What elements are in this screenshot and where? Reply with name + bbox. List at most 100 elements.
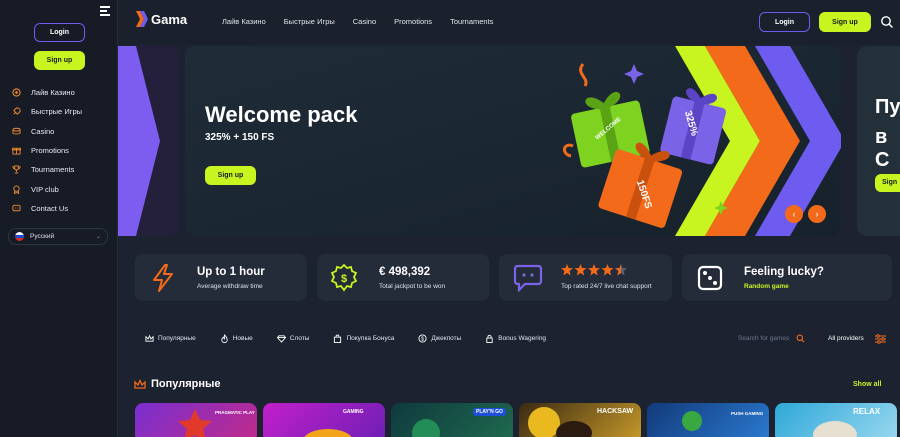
logo-text: Gama bbox=[151, 11, 188, 27]
next-banner-signup-button[interactable]: Sign bbox=[875, 174, 900, 192]
tab-label: Популярные bbox=[158, 335, 196, 342]
game-tile[interactable]: PUSH GAMING bbox=[647, 403, 769, 437]
header-login-button[interactable]: Login bbox=[759, 12, 810, 32]
show-all-link[interactable]: Show all bbox=[853, 381, 881, 388]
star-icon bbox=[561, 264, 627, 276]
top-nav-live-casino[interactable]: Лайв Казино bbox=[222, 17, 266, 26]
live-casino-icon bbox=[12, 88, 21, 97]
filter-icon[interactable] bbox=[875, 334, 886, 344]
tab-popular[interactable]: Популярные bbox=[145, 334, 196, 343]
popular-section-header: Популярные bbox=[134, 378, 221, 390]
category-tabs: Популярные Новые Слоты Покупка Бонуса $ … bbox=[145, 334, 570, 343]
chips-icon bbox=[12, 127, 21, 136]
sidebar-item-label: Tournaments bbox=[31, 165, 75, 175]
svg-text:$: $ bbox=[341, 273, 347, 285]
game-art bbox=[682, 411, 702, 431]
sidebar-signup-button[interactable]: Sign up bbox=[34, 51, 85, 70]
gift-icon bbox=[12, 146, 21, 155]
banner-prev-peek[interactable] bbox=[118, 46, 178, 236]
game-tile[interactable]: RELAX bbox=[775, 403, 897, 437]
chat-icon bbox=[12, 204, 21, 213]
banner-prev-arrow[interactable]: ‹ bbox=[785, 205, 803, 223]
search-icon[interactable] bbox=[880, 15, 894, 29]
top-nav-casino[interactable]: Casino bbox=[353, 17, 376, 26]
sidebar-item-fast-games[interactable]: Быстрые Игры bbox=[12, 102, 112, 121]
chevron-down-icon: ⌄ bbox=[95, 234, 101, 240]
rocket-icon bbox=[12, 107, 21, 116]
provider-label: PUSH GAMING bbox=[731, 411, 764, 416]
feature-subtitle: Total jackpot to be won bbox=[379, 283, 446, 290]
language-label: Русский bbox=[30, 233, 55, 240]
game-tile[interactable]: HACKSAW bbox=[519, 403, 641, 437]
top-nav-promotions[interactable]: Promotions bbox=[394, 17, 432, 26]
tab-bonus-buy[interactable]: Покупка Бонуса bbox=[333, 334, 394, 343]
random-game-link[interactable]: Random game bbox=[744, 283, 789, 290]
feature-title: € 498,392 bbox=[379, 266, 431, 278]
sidebar-item-label: VIP club bbox=[31, 184, 59, 194]
tab-label: Покупка Бонуса bbox=[346, 335, 395, 342]
tab-slots[interactable]: Слоты bbox=[276, 334, 310, 343]
coin-icon: $ bbox=[418, 334, 427, 343]
feature-card-support[interactable]: Top rated 24/7 live chat support bbox=[499, 254, 672, 301]
trophy-icon bbox=[12, 165, 21, 174]
bag-icon bbox=[333, 334, 342, 343]
sidebar-item-live-casino[interactable]: Лайв Казино bbox=[12, 83, 112, 102]
vip-badge-icon bbox=[12, 185, 21, 194]
game-tile[interactable]: PRAGMATIC PLAY bbox=[135, 403, 257, 437]
feature-title: Feeling lucky? bbox=[744, 266, 824, 278]
sidebar-login-button[interactable]: Login bbox=[34, 23, 85, 42]
menu-icon[interactable] bbox=[100, 6, 110, 16]
next-banner-title-line2: в С bbox=[875, 126, 890, 171]
banner-subtitle: 325% + 150 FS bbox=[205, 132, 275, 143]
dollar-badge-icon: $ bbox=[330, 263, 358, 292]
sidebar-item-casino[interactable]: Casino bbox=[12, 122, 112, 141]
feature-card-withdraw: Up to 1 hour Average withdraw time bbox=[135, 254, 307, 301]
providers-dropdown[interactable]: All providers bbox=[828, 335, 864, 342]
logo-mark-icon bbox=[136, 11, 148, 27]
chat-bubble-icon bbox=[513, 264, 543, 292]
popular-title: Популярные bbox=[151, 378, 221, 390]
feature-subtitle: Average withdraw time bbox=[197, 283, 263, 290]
tab-new[interactable]: Новые bbox=[220, 334, 253, 343]
sidebar-item-tournaments[interactable]: Tournaments bbox=[12, 160, 112, 179]
search-icon[interactable] bbox=[796, 334, 805, 343]
top-nav-fast-games[interactable]: Быстрые Игры bbox=[284, 17, 335, 26]
star-icon bbox=[178, 409, 212, 437]
lightning-icon bbox=[153, 264, 173, 292]
feature-subtitle: Top rated 24/7 live chat support bbox=[561, 283, 652, 290]
sidebar-item-vip-club[interactable]: VIP club bbox=[12, 179, 112, 198]
game-search-input[interactable]: Search for games bbox=[738, 335, 789, 342]
banner-next-peek[interactable]: Пу в С Sign bbox=[857, 46, 900, 236]
tab-bonus-wagering[interactable]: Bonus Wagering bbox=[485, 334, 546, 343]
game-tile[interactable]: GAMING bbox=[263, 403, 385, 437]
tab-label: Слоты bbox=[289, 335, 310, 342]
sidebar-item-label: Casino bbox=[31, 126, 55, 136]
promo-banner[interactable]: Welcome pack 325% + 150 FS Sign up 325% … bbox=[185, 46, 841, 236]
provider-label: GAMING bbox=[343, 409, 364, 415]
banner-next-arrow[interactable]: › bbox=[808, 205, 826, 223]
tab-label: Bonus Wagering bbox=[498, 335, 547, 342]
header-signup-button[interactable]: Sign up bbox=[819, 12, 871, 32]
sidebar-item-label: Contact Us bbox=[31, 203, 69, 213]
game-tile[interactable]: PLAY'N GO bbox=[391, 403, 513, 437]
top-nav-tournaments[interactable]: Tournaments bbox=[450, 17, 493, 26]
chevron-decoration bbox=[118, 46, 178, 236]
crown-icon bbox=[145, 334, 154, 343]
sidebar: Login Sign up Лайв Казино Быстрые Игры C… bbox=[0, 0, 118, 437]
provider-label: PLAY'N GO bbox=[473, 408, 506, 416]
feature-card-random[interactable]: Feeling lucky? Random game bbox=[682, 254, 892, 301]
sidebar-nav: Лайв Казино Быстрые Игры Casino Promotio… bbox=[12, 83, 112, 218]
tab-jackpots[interactable]: $ Джекпоты bbox=[418, 334, 461, 343]
tab-label: Новые bbox=[232, 335, 253, 342]
banner-signup-button[interactable]: Sign up bbox=[205, 166, 256, 185]
top-nav: Лайв Казино Быстрые Игры Casino Promotio… bbox=[222, 17, 511, 26]
logo[interactable]: Gama bbox=[136, 11, 187, 27]
sidebar-item-contact-us[interactable]: Contact Us bbox=[12, 199, 112, 218]
banner-title: Welcome pack bbox=[205, 102, 358, 127]
language-select[interactable]: Русский ⌄ bbox=[8, 228, 108, 245]
sidebar-item-label: Promotions bbox=[31, 146, 69, 156]
flame-icon bbox=[220, 334, 229, 343]
sidebar-item-promotions[interactable]: Promotions bbox=[12, 141, 112, 160]
provider-label: RELAX bbox=[853, 407, 881, 416]
star-rating bbox=[561, 264, 627, 276]
